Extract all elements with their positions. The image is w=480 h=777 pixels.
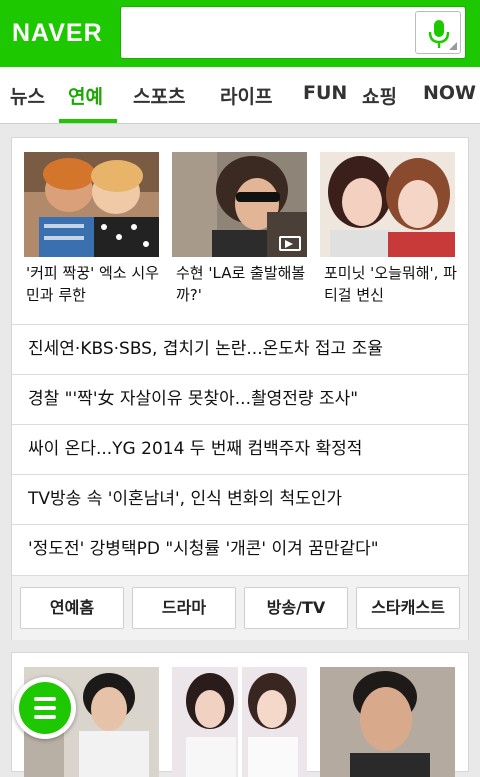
headline-item[interactable]: '정도전' 강병택PD "시청률 '개콘' 이겨 꿈만같다" [12, 524, 468, 574]
photo-news-thumb-2[interactable] [172, 152, 307, 257]
drama-button[interactable]: 드라마 [132, 587, 236, 629]
tab-life[interactable]: 라이프 [220, 82, 272, 109]
headline-item[interactable]: 싸이 온다...YG 2014 두 번째 컴백주자 확정적 [12, 424, 468, 474]
photo-image [320, 667, 455, 777]
dropdown-corner-icon [449, 42, 457, 50]
entertainment-news-card: '커피 짝꿍' 엑소 시우민과 루한 수현 'LA로 출발해볼까?' 포미닛 '… [11, 137, 469, 640]
headline-item[interactable]: 경찰 "'짝'女 자살이유 못찾아...촬영전량 조사" [12, 374, 468, 424]
naver-logo[interactable]: NAVER [12, 19, 103, 48]
tab-now[interactable]: NOW [423, 82, 476, 104]
broadcast-tv-button[interactable]: 방송/TV [244, 587, 348, 629]
photo-news-thumb-6[interactable] [320, 667, 455, 777]
tab-news[interactable]: 뉴스 [10, 82, 45, 109]
headline-item[interactable]: TV방송 속 '이혼남녀', 인식 변화의 척도인가 [12, 474, 468, 524]
floating-menu-button[interactable] [14, 677, 76, 739]
search-input[interactable] [120, 6, 466, 59]
photo-news-thumb-5[interactable] [172, 667, 307, 777]
photo-news-caption-1[interactable]: '커피 짝꿍' 엑소 시우민과 루한 [26, 262, 166, 306]
section-button-row: 연예홈 드라마 방송/TV 스타캐스트 [12, 575, 468, 640]
tab-entertainment[interactable]: 연예 [68, 82, 103, 109]
tab-sports[interactable]: 스포츠 [133, 82, 185, 109]
second-news-card [11, 652, 469, 777]
photo-image [24, 152, 159, 257]
starcast-button[interactable]: 스타캐스트 [356, 587, 460, 629]
microphone-icon [428, 20, 450, 48]
photo-news-caption-3[interactable]: 포미닛 '오늘뭐해', 파티걸 변신 [324, 262, 464, 306]
photo-news-thumb-3[interactable] [320, 152, 455, 257]
entertainment-home-button[interactable]: 연예홈 [20, 587, 124, 629]
top-bar: NAVER [0, 0, 480, 67]
video-play-icon [279, 236, 301, 251]
section-tabs: 뉴스 연예 스포츠 라이프 FUN 쇼핑 NOW [0, 67, 480, 124]
tab-shopping[interactable]: 쇼핑 [362, 82, 397, 109]
photo-news-thumb-1[interactable] [24, 152, 159, 257]
hamburger-menu-icon [19, 682, 71, 734]
active-tab-indicator [59, 119, 117, 123]
photo-image [172, 667, 307, 777]
headline-item[interactable]: 진세연·KBS·SBS, 겹치기 논란...온도차 접고 조율 [12, 324, 468, 374]
voice-search-button[interactable] [415, 11, 461, 54]
tab-fun[interactable]: FUN [303, 82, 347, 104]
photo-image [320, 152, 455, 257]
photo-news-caption-2[interactable]: 수현 'LA로 출발해볼까?' [176, 262, 316, 306]
